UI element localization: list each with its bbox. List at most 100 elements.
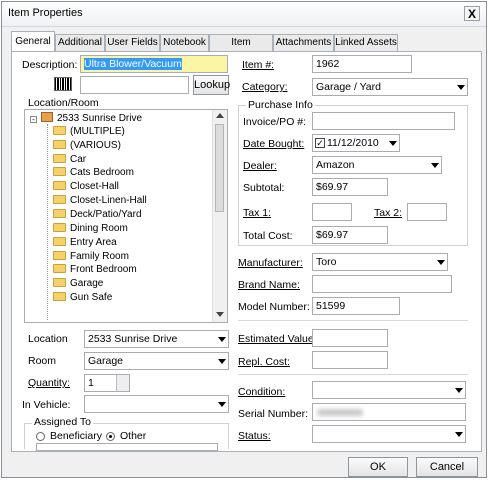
tree-item[interactable]: Family Room: [53, 250, 129, 263]
tree-item[interactable]: Closet-Hall: [53, 180, 119, 193]
tree-item[interactable]: Entry Area: [53, 236, 117, 249]
chevron-down-icon: [389, 141, 397, 146]
tab-user-fields[interactable]: User Fields: [105, 34, 160, 51]
lookup-button[interactable]: Lookup: [193, 75, 230, 95]
tree-item[interactable]: Front Bedroom: [53, 263, 137, 276]
house-icon: [41, 112, 53, 122]
subtotal-input[interactable]: $69.97: [312, 178, 388, 196]
tab-linked-assets[interactable]: Linked Assets: [334, 34, 398, 51]
location-dropdown[interactable]: 2533 Sunrise Drive: [84, 330, 229, 348]
lookup-input[interactable]: [80, 76, 189, 94]
tree-item[interactable]: (VARIOUS): [53, 139, 121, 152]
chevron-down-icon: [437, 260, 445, 265]
ok-button[interactable]: OK: [348, 457, 408, 477]
redacted-serial-icon: [317, 409, 363, 416]
model-number-input[interactable]: 51599: [312, 297, 400, 315]
folder-icon: [53, 154, 66, 163]
folder-icon: [53, 167, 66, 176]
folder-icon: [53, 181, 66, 190]
chevron-down-icon: [455, 432, 463, 437]
folder-icon: [53, 209, 66, 218]
room-dropdown[interactable]: Garage: [84, 352, 229, 370]
beneficiary-radio[interactable]: [36, 432, 45, 441]
chevron-down-icon: [218, 359, 226, 364]
item-properties-dialog: Item Properties X General Additional Use…: [1, 1, 487, 478]
invoice-label: Invoice/PO #:: [243, 116, 307, 128]
tax2-input[interactable]: [407, 203, 447, 221]
scroll-down-icon[interactable]: [216, 312, 224, 317]
item-no-input[interactable]: 1962: [312, 55, 412, 73]
other-radio[interactable]: [106, 432, 115, 441]
description-value: Ultra Blower/Vacuum: [84, 58, 182, 70]
brand-name-input[interactable]: [312, 275, 452, 293]
condition-dropdown[interactable]: [312, 381, 466, 399]
tab-item-pictures[interactable]: Item Picture(s): [209, 34, 273, 64]
chevron-down-icon: [431, 163, 439, 168]
tree-item[interactable]: Garage: [53, 277, 103, 290]
tree-connector: [47, 124, 49, 320]
dealer-dropdown[interactable]: Amazon: [312, 156, 442, 174]
beneficiary-label: Beneficiary: [50, 430, 102, 442]
estimated-value-label: Estimated Value: [238, 333, 314, 345]
folder-icon: [53, 292, 66, 301]
tree-root-label: 2533 Sunrise Drive: [57, 113, 143, 124]
assigned-to-dropdown[interactable]: [36, 443, 218, 451]
tree-item[interactable]: Deck/Patio/Yard: [53, 208, 142, 221]
scroll-thumb[interactable]: [215, 124, 224, 212]
spinner-arrows-icon[interactable]: [116, 375, 129, 391]
total-cost-input[interactable]: $69.97: [312, 226, 388, 244]
title-bar: Item Properties X: [2, 2, 486, 27]
repl-cost-label: Repl. Cost:: [238, 356, 290, 368]
status-label: Status:: [238, 430, 271, 442]
tax2-label: Tax 2:: [374, 207, 403, 219]
tree-item[interactable]: Closet-Linen-Hall: [53, 194, 147, 207]
tree-item[interactable]: (MULTIPLE): [53, 125, 125, 138]
separator: [238, 320, 468, 321]
tree-item[interactable]: Dining Room: [53, 222, 128, 235]
other-label: Other: [120, 430, 147, 442]
tree-scrollbar[interactable]: [212, 110, 227, 322]
folder-icon: [53, 126, 66, 135]
date-checkbox[interactable]: ✓: [315, 138, 325, 148]
tree-item[interactable]: Cats Bedroom: [53, 166, 134, 179]
date-bought-picker[interactable]: ✓ 11/12/2010: [312, 134, 400, 152]
scroll-up-icon[interactable]: [216, 113, 224, 118]
tree-item[interactable]: Car: [53, 153, 86, 166]
status-dropdown[interactable]: [312, 425, 466, 443]
in-vehicle-label: In Vehicle:: [22, 399, 71, 411]
collapse-icon[interactable]: -: [30, 116, 37, 124]
repl-cost-input[interactable]: [312, 351, 388, 369]
tab-attachments[interactable]: Attachments: [273, 34, 334, 51]
room-label: Room: [28, 355, 57, 367]
tab-general[interactable]: General: [11, 31, 55, 52]
tab-additional[interactable]: Additional: [55, 34, 105, 51]
cancel-button[interactable]: Cancel: [416, 457, 478, 477]
purchase-info-label: Purchase Info: [246, 99, 315, 111]
invoice-input[interactable]: [312, 112, 455, 130]
tax1-input[interactable]: [312, 203, 352, 221]
estimated-value-input[interactable]: [312, 329, 388, 347]
condition-label: Condition:: [238, 386, 286, 398]
serial-number-input[interactable]: [312, 403, 466, 421]
folder-icon: [53, 223, 66, 232]
category-dropdown[interactable]: Garage / Yard: [312, 78, 468, 96]
tree-item[interactable]: Gun Safe: [53, 291, 112, 304]
close-button[interactable]: X: [464, 6, 480, 21]
location-room-tree[interactable]: - 2533 Sunrise Drive (MULTIPLE) (VARIOUS…: [24, 109, 228, 323]
description-input[interactable]: Ultra Blower/Vacuum: [80, 55, 228, 73]
quantity-stepper[interactable]: 1: [84, 374, 130, 392]
tab-notebook[interactable]: Notebook: [160, 34, 209, 51]
barcode-icon[interactable]: [54, 77, 72, 91]
chevron-down-icon: [455, 388, 463, 393]
folder-icon: [53, 278, 66, 287]
quantity-label: Quantity:: [28, 377, 71, 389]
date-bought-label: Date Bought:: [243, 138, 305, 150]
folder-icon: [53, 264, 66, 273]
in-vehicle-dropdown[interactable]: [84, 395, 229, 413]
total-cost-label: Total Cost:: [243, 230, 293, 242]
separator: [238, 374, 468, 375]
location-room-label: Location/Room: [28, 97, 99, 109]
dealer-label: Dealer:: [243, 160, 277, 172]
tree-root[interactable]: 2533 Sunrise Drive: [41, 112, 142, 125]
manufacturer-dropdown[interactable]: Toro: [312, 253, 448, 271]
